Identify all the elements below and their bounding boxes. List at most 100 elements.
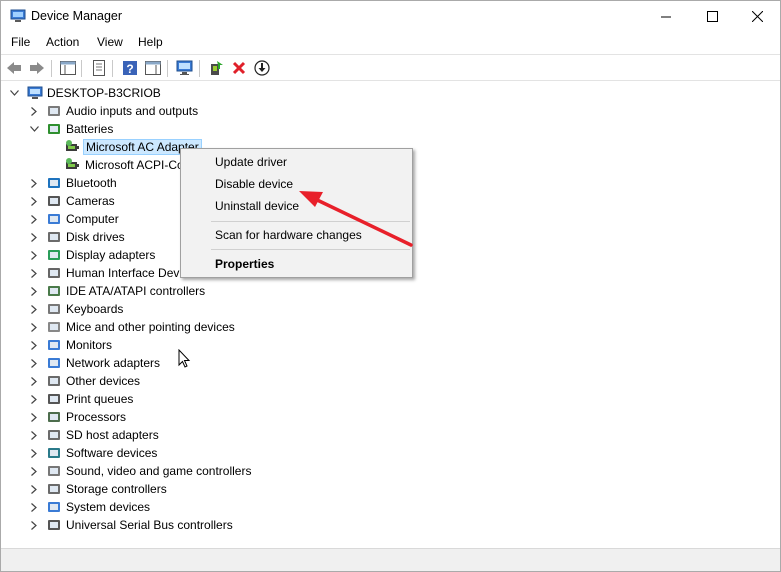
tree-category-label[interactable]: Mice and other pointing devices [66, 320, 235, 334]
tree-category-label[interactable]: Bluetooth [66, 176, 117, 190]
chevron-right-icon [31, 286, 37, 296]
menu-help[interactable]: Help [138, 35, 163, 49]
chevron-right-icon [31, 520, 37, 530]
category-expand-toggle[interactable] [29, 354, 39, 372]
tree-category-label[interactable]: Disk drives [66, 230, 125, 244]
menu-action[interactable]: Action [46, 35, 79, 49]
category-expand-toggle[interactable] [29, 462, 39, 480]
category-expand-toggle[interactable] [29, 408, 39, 426]
enable-device-button[interactable] [253, 59, 271, 77]
category-expand-toggle[interactable] [29, 372, 39, 390]
device-manager-app-icon [10, 9, 26, 22]
tree-category-label[interactable]: Sound, video and game controllers [66, 464, 251, 478]
show-hide-console-tree-button[interactable] [59, 59, 77, 77]
chevron-right-icon [31, 322, 37, 332]
tree-category-label[interactable]: Software devices [66, 446, 157, 460]
tree-category-label[interactable]: Storage controllers [66, 482, 167, 496]
context-disable-device[interactable]: Disable device [215, 177, 293, 191]
tree-category-label[interactable]: Print queues [66, 392, 133, 406]
category-expand-toggle[interactable] [29, 102, 39, 120]
tree-category-label[interactable]: Batteries [66, 122, 113, 136]
category-expand-toggle[interactable] [29, 480, 39, 498]
category-expand-toggle[interactable] [29, 192, 39, 210]
tree-category-label[interactable]: Audio inputs and outputs [66, 104, 198, 118]
menu-view[interactable]: View [97, 35, 123, 49]
category-icon [46, 103, 62, 119]
category-expand-toggle[interactable] [29, 300, 39, 318]
context-scan-hardware[interactable]: Scan for hardware changes [215, 228, 362, 242]
tree-category-label[interactable]: SD host adapters [66, 428, 159, 442]
category-expand-toggle[interactable] [29, 498, 39, 516]
context-properties[interactable]: Properties [215, 257, 274, 271]
forward-button[interactable] [28, 59, 46, 77]
tree-category-label[interactable]: Display adapters [66, 248, 155, 262]
battery-device-icon [65, 157, 81, 173]
category-icon [46, 193, 62, 209]
tree-category-label[interactable]: Cameras [66, 194, 115, 208]
chevron-right-icon [31, 304, 37, 314]
tree-category-label[interactable]: Universal Serial Bus controllers [66, 518, 233, 532]
category-icon [46, 391, 62, 407]
back-button[interactable] [5, 59, 23, 77]
chevron-right-icon [31, 178, 37, 188]
close-icon [751, 10, 763, 22]
uninstall-device-button[interactable] [230, 59, 248, 77]
category-expand-toggle[interactable] [29, 120, 39, 138]
close-button[interactable] [734, 1, 780, 31]
tree-device-label[interactable]: Microsoft ACPI-Co [85, 158, 184, 172]
category-icon [46, 247, 62, 263]
tree-category-label[interactable]: Processors [66, 410, 126, 424]
scan-hardware-button[interactable] [176, 59, 194, 77]
menu-bar: File Action View Help [1, 32, 780, 52]
chevron-right-icon [31, 376, 37, 386]
category-expand-toggle[interactable] [29, 246, 39, 264]
maximize-button[interactable] [689, 1, 735, 31]
category-icon [46, 283, 62, 299]
category-expand-toggle[interactable] [29, 174, 39, 192]
tree-category-label[interactable]: Other devices [66, 374, 140, 388]
chevron-right-icon [31, 394, 37, 404]
context-menu: Update driver Disable device Uninstall d… [180, 148, 413, 278]
chevron-right-icon [31, 250, 37, 260]
tree-category-label[interactable]: Keyboards [66, 302, 123, 316]
category-expand-toggle[interactable] [29, 210, 39, 228]
maximize-icon [706, 10, 718, 22]
help-button[interactable]: ? [121, 59, 139, 77]
category-expand-toggle[interactable] [29, 264, 39, 282]
context-update-driver[interactable]: Update driver [215, 155, 287, 169]
tree-category-label[interactable]: Monitors [66, 338, 112, 352]
toolbar-separator [51, 60, 52, 77]
context-uninstall-device[interactable]: Uninstall device [215, 199, 299, 213]
toolbar: ? [1, 54, 780, 81]
toolbar-separator [167, 60, 168, 77]
properties-button[interactable] [90, 59, 108, 77]
tree-category-label[interactable]: System devices [66, 500, 150, 514]
toolbar-separator [81, 60, 82, 77]
category-expand-toggle[interactable] [29, 228, 39, 246]
tree-root-label[interactable]: DESKTOP-B3CRIOB [47, 86, 161, 100]
category-expand-toggle[interactable] [29, 516, 39, 534]
help-icon: ? [123, 61, 137, 76]
chevron-right-icon [31, 430, 37, 440]
tree-category-label[interactable]: Computer [66, 212, 119, 226]
category-icon [46, 229, 62, 245]
category-expand-toggle[interactable] [29, 390, 39, 408]
chevron-right-icon [31, 448, 37, 458]
category-expand-toggle[interactable] [29, 282, 39, 300]
category-expand-toggle[interactable] [29, 336, 39, 354]
root-collapse-toggle[interactable] [9, 84, 19, 102]
category-expand-toggle[interactable] [29, 426, 39, 444]
category-expand-toggle[interactable] [29, 444, 39, 462]
menu-file[interactable]: File [11, 35, 30, 49]
action-pane-button[interactable] [144, 59, 162, 77]
battery-device-icon [65, 139, 81, 155]
chevron-right-icon [31, 232, 37, 242]
tree-category-label[interactable]: IDE ATA/ATAPI controllers [66, 284, 205, 298]
tree-category-label[interactable]: Network adapters [66, 356, 160, 370]
chevron-right-icon [31, 466, 37, 476]
category-expand-toggle[interactable] [29, 318, 39, 336]
scan-icon [176, 60, 193, 75]
tree-category-label[interactable]: Human Interface Devic [66, 266, 188, 280]
update-driver-button[interactable] [207, 59, 225, 77]
minimize-button[interactable] [643, 1, 689, 31]
